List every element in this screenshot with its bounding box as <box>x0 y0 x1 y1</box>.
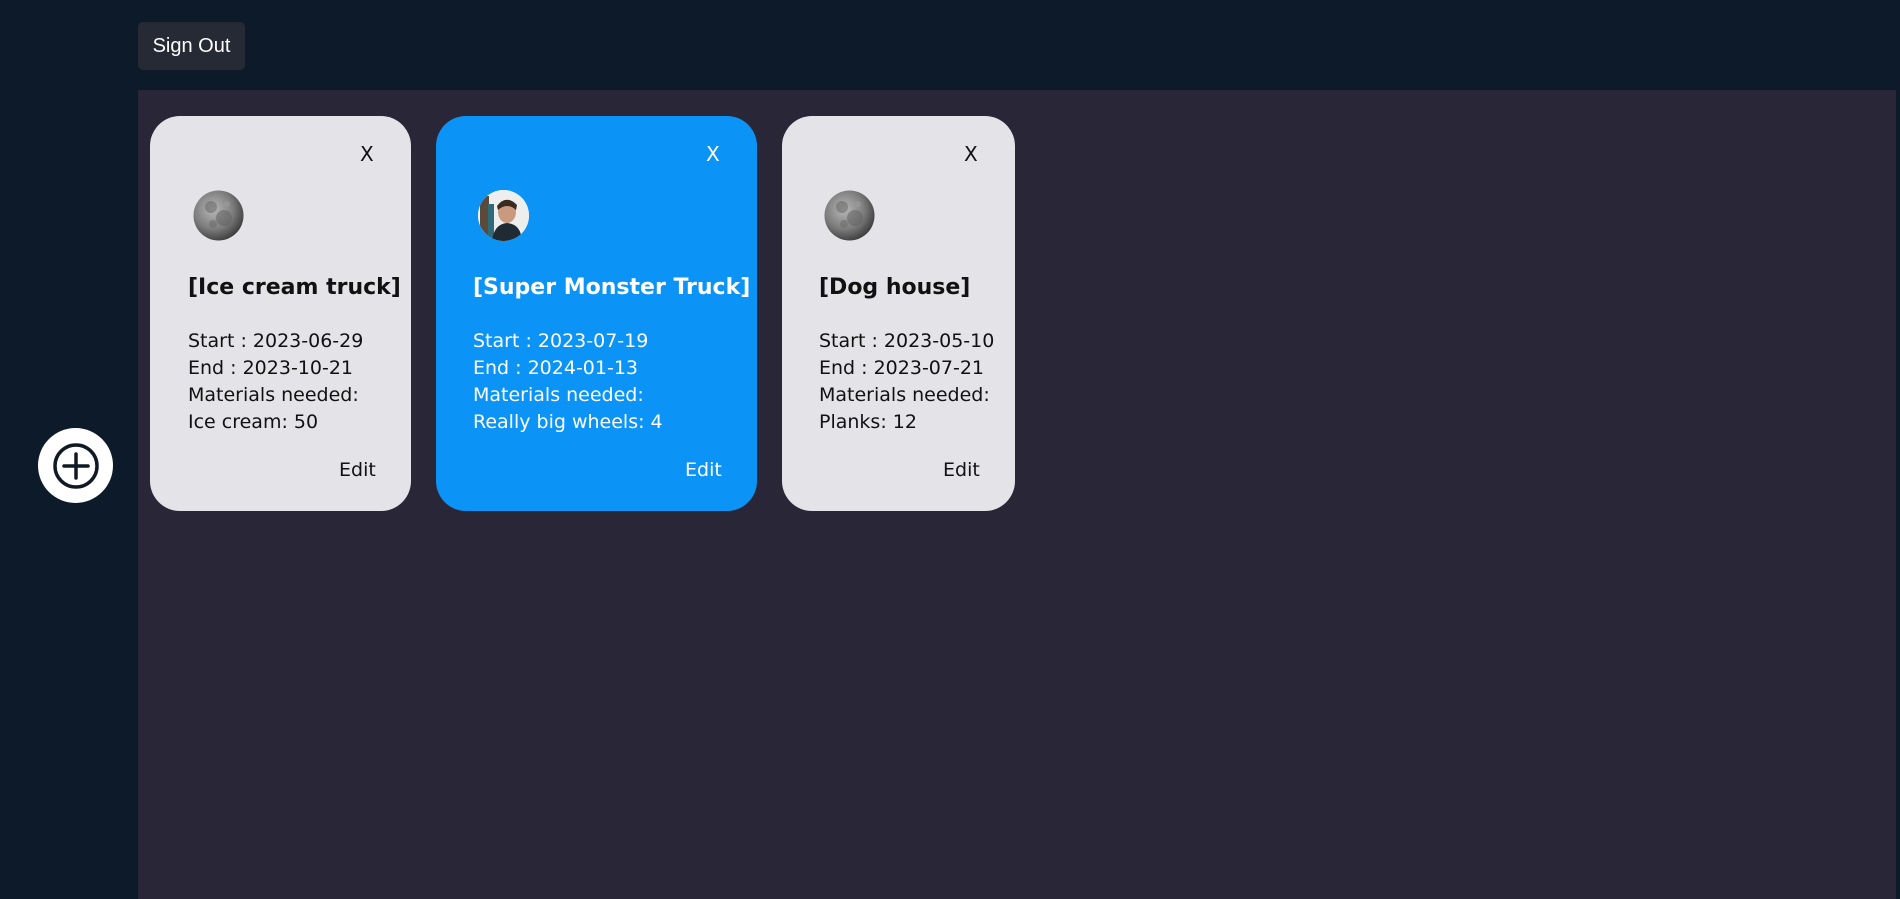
app-root: Sign Out X [Ice cream truck] Start: 202… <box>0 0 1900 899</box>
card-title: [Super Monster Truck] <box>473 275 751 300</box>
card-edit-button[interactable]: Edit <box>943 459 980 481</box>
card-title: [Ice cream truck] <box>188 275 401 300</box>
top-bar: Sign Out <box>0 0 1900 90</box>
card-edit-button[interactable]: Edit <box>685 459 722 481</box>
materials-heading: Materials needed: <box>473 384 644 406</box>
card-edit-button[interactable]: Edit <box>339 459 376 481</box>
plus-icon <box>52 442 99 489</box>
end-date: End : 2023-10-21 <box>188 357 354 379</box>
card-details: Start : 2023-06-29 End : 2023-10-21 Mate… <box>188 328 363 436</box>
card-title: [Dog house] <box>819 275 971 300</box>
start-date: Start : 2023-06-29 <box>188 330 364 352</box>
card-close-button[interactable]: X <box>360 142 374 166</box>
project-card <box>150 116 411 511</box>
material-item: Planks: 12 <box>819 411 917 433</box>
moon-avatar <box>193 190 244 241</box>
material-item: Ice cream: 50 <box>188 411 319 433</box>
card-details: Start : 2023-05-10 End : 2023-07-21 Mate… <box>819 328 994 436</box>
card-close-button[interactable]: X <box>706 142 720 166</box>
start-date: Start : 2023-07-19 <box>473 330 649 352</box>
start-date: Start : 2023-05-10 <box>819 330 995 352</box>
moon-avatar <box>824 190 875 241</box>
card-close-button[interactable]: X <box>964 142 978 166</box>
material-item: Really big wheels: 4 <box>473 411 663 433</box>
person-avatar <box>478 190 529 241</box>
project-card <box>782 116 1015 511</box>
materials-heading: Materials needed: <box>819 384 990 406</box>
project-card-selected <box>436 116 757 511</box>
add-project-button[interactable] <box>38 428 113 503</box>
card-details: Start : 2023-07-19 End : 2024-01-13 Mate… <box>473 328 663 436</box>
main-right-edge <box>1896 90 1900 899</box>
materials-heading: Materials needed: <box>188 384 359 406</box>
sign-out-button[interactable]: Sign Out <box>138 22 245 70</box>
end-date: End : 2023-07-21 <box>819 357 985 379</box>
end-date: End : 2024-01-13 <box>473 357 639 379</box>
